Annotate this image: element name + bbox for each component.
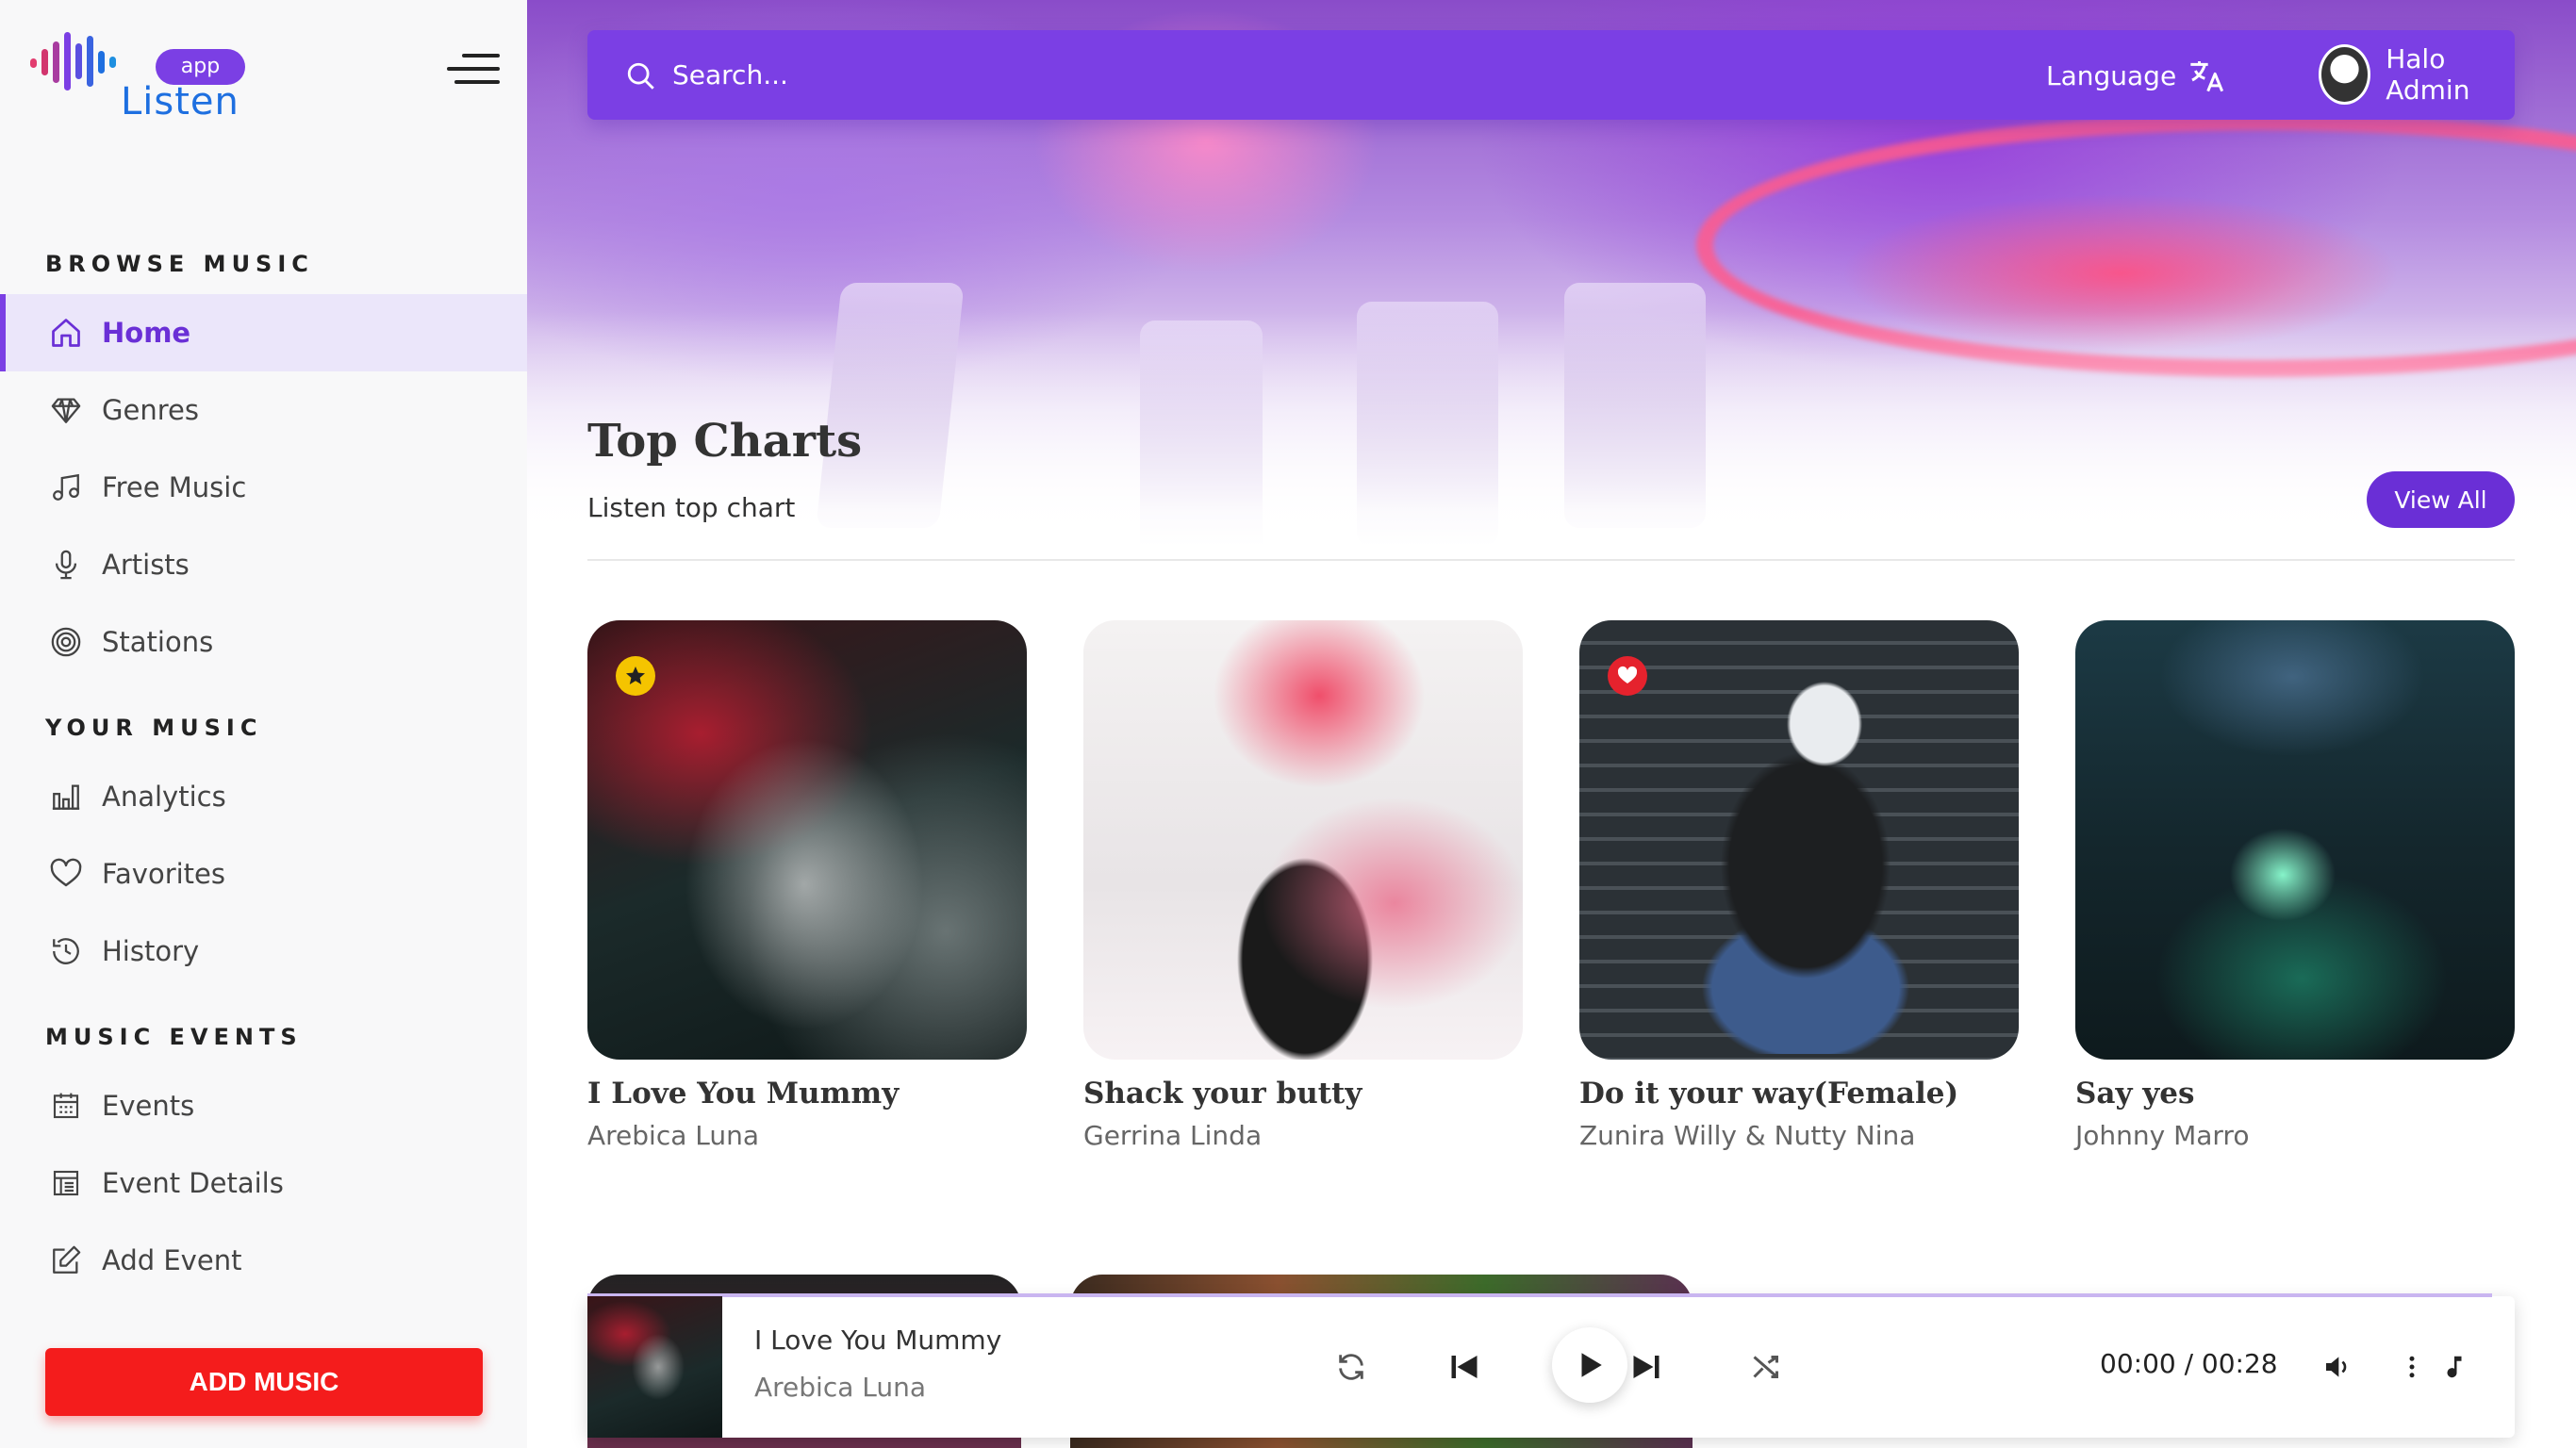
heart-badge-icon bbox=[1608, 656, 1647, 696]
volume-icon[interactable] bbox=[2314, 1343, 2361, 1390]
calendar-icon bbox=[47, 1087, 85, 1125]
play-button[interactable] bbox=[1552, 1327, 1627, 1403]
search-input[interactable] bbox=[672, 51, 1521, 98]
artist-name[interactable]: Zunira Willy & Nutty Nina bbox=[1579, 1120, 2019, 1151]
sidebar-item-label: Add Event bbox=[102, 1244, 242, 1276]
home-icon bbox=[47, 314, 85, 352]
artist-name[interactable]: Gerrina Linda bbox=[1083, 1120, 1523, 1151]
sidebar-item-label: Analytics bbox=[102, 781, 226, 813]
artist-name[interactable]: Johnny Marro bbox=[2075, 1120, 2515, 1151]
song-title[interactable]: I Love You Mummy bbox=[587, 1077, 1027, 1111]
language-selector[interactable]: Language bbox=[2046, 55, 2225, 96]
next-track-icon[interactable] bbox=[1623, 1343, 1670, 1390]
repeat-icon[interactable] bbox=[1328, 1343, 1375, 1390]
song-title[interactable]: Shack your butty bbox=[1083, 1077, 1523, 1111]
sidebar-item-history[interactable]: History bbox=[0, 913, 527, 990]
player-time: 00:00 / 00:28 bbox=[2100, 1348, 2278, 1379]
sidebar-item-label: Favorites bbox=[102, 858, 225, 890]
section-title-browse-music: BROWSE MUSIC bbox=[45, 251, 314, 277]
playlist-music-icon[interactable] bbox=[2431, 1343, 2478, 1390]
previous-track-icon[interactable] bbox=[1441, 1343, 1488, 1390]
sidebar-item-label: Stations bbox=[102, 626, 214, 658]
album-cover[interactable] bbox=[1579, 620, 2019, 1060]
play-icon bbox=[1581, 1353, 1602, 1377]
album-cover[interactable] bbox=[2075, 620, 2515, 1060]
sidebar-item-genres[interactable]: Genres bbox=[0, 371, 527, 449]
chart-card[interactable]: Shack your butty Gerrina Linda bbox=[1083, 620, 1523, 1151]
diamond-icon bbox=[47, 391, 85, 429]
divider bbox=[587, 559, 2515, 561]
section-title-your-music: YOUR MUSIC bbox=[45, 715, 263, 741]
sidebar-item-event-details[interactable]: Event Details bbox=[0, 1144, 527, 1222]
song-title[interactable]: Say yes bbox=[2075, 1077, 2515, 1111]
main-content: Language Halo Admin Top Charts Listen to… bbox=[527, 0, 2576, 1448]
music-note-icon bbox=[47, 469, 85, 506]
sidebar-item-artists[interactable]: Artists bbox=[0, 526, 527, 603]
menu-toggle-icon[interactable] bbox=[443, 54, 500, 86]
top-search-bar: Language Halo Admin bbox=[587, 30, 2515, 120]
radio-target-icon bbox=[47, 623, 85, 661]
search-icon[interactable] bbox=[625, 60, 657, 92]
progress-bar[interactable] bbox=[587, 1293, 2492, 1297]
avatar bbox=[2319, 44, 2371, 105]
edit-icon bbox=[47, 1242, 85, 1279]
sidebar-item-analytics[interactable]: Analytics bbox=[0, 758, 527, 835]
song-title[interactable]: Do it your way(Female) bbox=[1579, 1077, 2019, 1111]
player-song-title: I Love You Mummy bbox=[754, 1325, 1002, 1356]
sidebar-item-label: Event Details bbox=[102, 1167, 284, 1199]
section-title-music-events: MUSIC EVENTS bbox=[45, 1024, 303, 1050]
sidebar-item-favorites[interactable]: Favorites bbox=[0, 835, 527, 913]
view-all-button[interactable]: View All bbox=[2367, 471, 2515, 528]
sidebar-item-home[interactable]: Home bbox=[0, 294, 527, 371]
sidebar-item-label: History bbox=[102, 935, 200, 967]
heart-icon bbox=[47, 855, 85, 893]
sidebar-item-label: Genres bbox=[102, 394, 199, 426]
sidebar-item-add-event[interactable]: Add Event bbox=[0, 1222, 527, 1299]
sidebar-item-label: Artists bbox=[102, 549, 190, 581]
sidebar: app Listen BROWSE MUSIC Home Genres Free… bbox=[0, 0, 527, 1448]
user-name: Halo Admin bbox=[2386, 43, 2470, 106]
player-artist-name: Arebica Luna bbox=[754, 1372, 927, 1403]
sidebar-item-free-music[interactable]: Free Music bbox=[0, 449, 527, 526]
history-icon bbox=[47, 932, 85, 970]
language-label: Language bbox=[2046, 59, 2177, 91]
page-subtitle: Listen top chart bbox=[587, 492, 796, 523]
page-title: Top Charts bbox=[587, 415, 863, 468]
sidebar-item-events[interactable]: Events bbox=[0, 1067, 527, 1144]
translate-icon bbox=[2190, 61, 2224, 92]
logo-text: Listen bbox=[121, 80, 239, 123]
chart-card[interactable]: Do it your way(Female) Zunira Willy & Nu… bbox=[1579, 620, 2019, 1151]
user-menu[interactable]: Halo Admin bbox=[2319, 43, 2515, 106]
sidebar-item-label: Free Music bbox=[102, 471, 247, 503]
artist-name[interactable]: Arebica Luna bbox=[587, 1120, 1027, 1151]
star-icon bbox=[616, 656, 655, 696]
microphone-icon bbox=[47, 546, 85, 584]
album-cover[interactable] bbox=[1083, 620, 1523, 1060]
add-music-button[interactable]: ADD MUSIC bbox=[45, 1348, 483, 1416]
app-logo[interactable]: app Listen bbox=[28, 28, 245, 123]
event-details-icon bbox=[47, 1164, 85, 1202]
sidebar-item-label: Home bbox=[102, 317, 191, 349]
sidebar-item-stations[interactable]: Stations bbox=[0, 603, 527, 681]
chart-card[interactable]: Say yes Johnny Marro bbox=[2075, 620, 2515, 1151]
sidebar-item-label: Events bbox=[102, 1090, 195, 1122]
bar-chart-icon bbox=[47, 778, 85, 815]
shuffle-icon[interactable] bbox=[1743, 1343, 1791, 1390]
more-options-icon[interactable] bbox=[2388, 1343, 2436, 1390]
chart-card[interactable]: I Love You Mummy Arebica Luna bbox=[587, 620, 1027, 1151]
player-cover bbox=[587, 1296, 722, 1438]
audio-player: I Love You Mummy Arebica Luna 00:00 / 00… bbox=[587, 1293, 2515, 1438]
album-cover[interactable] bbox=[587, 620, 1027, 1060]
